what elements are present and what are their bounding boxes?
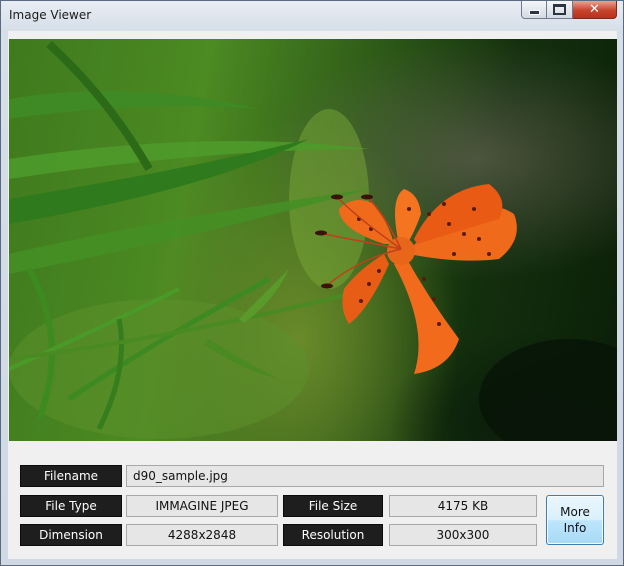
more-info-button[interactable]: More Info [546,495,604,545]
filename-value: d90_sample.jpg [126,465,604,487]
title-bar[interactable]: Image Viewer ✕ [1,1,623,29]
resolution-label: Resolution [283,524,383,546]
close-button[interactable]: ✕ [573,1,617,19]
image-viewer-window: Image Viewer ✕ Filename d90_sample.jpg F… [0,0,624,566]
dimension-value: 4288x2848 [126,524,278,546]
client-area: Filename d90_sample.jpg File Type IMMAGI… [8,31,617,559]
resolution-value: 300x300 [389,524,537,546]
file-type-value: IMMAGINE JPEG [126,495,278,517]
window-title: Image Viewer [9,8,92,22]
close-icon: ✕ [589,2,600,17]
filename-label: Filename [20,465,122,487]
lily-photo [9,41,617,441]
dimension-label: Dimension [20,524,122,546]
minimize-icon [528,10,540,15]
file-info-panel: Filename d90_sample.jpg File Type IMMAGI… [8,449,617,559]
caption-buttons: ✕ [521,1,617,21]
file-type-label: File Type [20,495,122,517]
maximize-button[interactable] [547,1,573,19]
file-size-value: 4175 KB [389,495,537,517]
image-display [9,39,617,441]
minimize-button[interactable] [521,1,547,19]
maximize-icon [553,4,566,15]
more-info-label: More Info [560,505,590,535]
file-size-label: File Size [283,495,383,517]
